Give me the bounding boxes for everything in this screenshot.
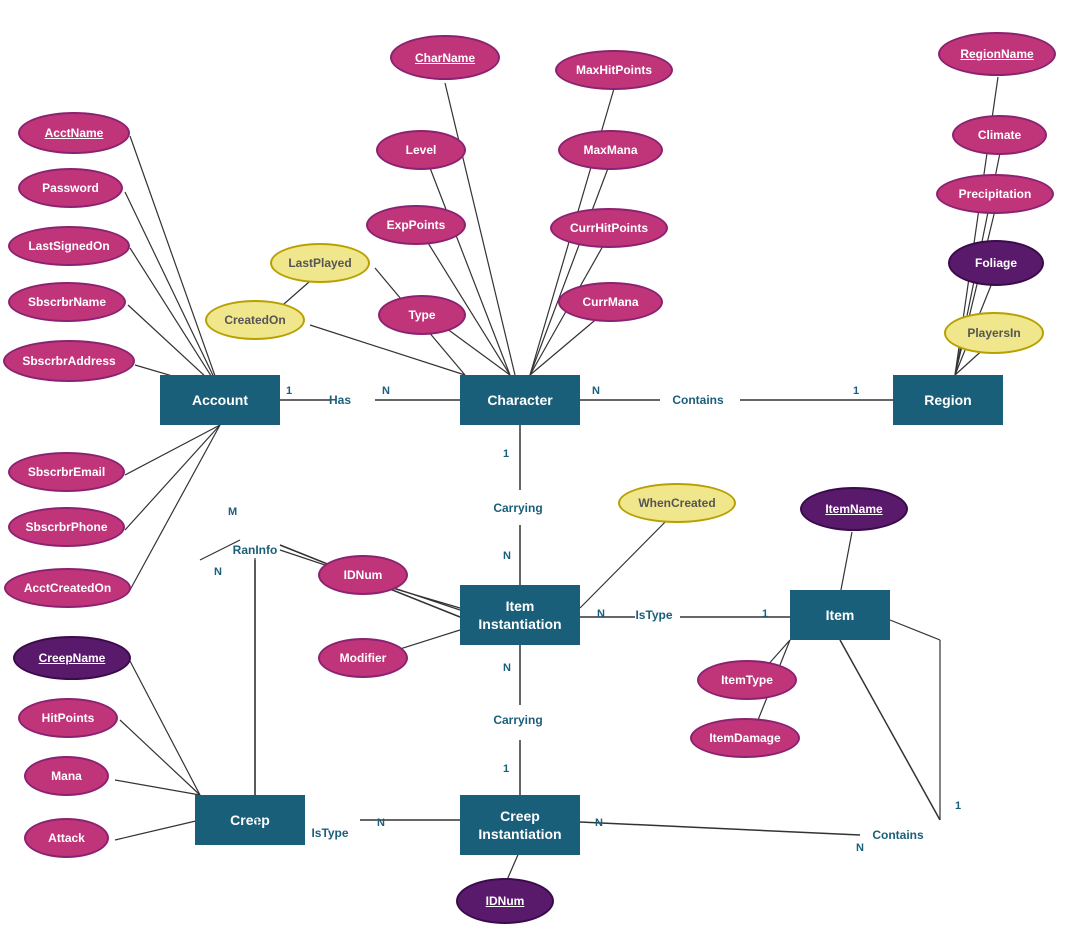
region-entity: Region (893, 375, 1003, 425)
currhitpoints-oval: CurrHitPoints (550, 208, 668, 248)
character-entity: Character (460, 375, 580, 425)
regionname-oval: RegionName (938, 32, 1056, 76)
exppoints-oval: ExpPoints (366, 205, 466, 245)
modifier-oval: Modifier (318, 638, 408, 678)
istype-item-diamond: IsType (614, 590, 694, 640)
charname-oval: CharName (390, 35, 500, 80)
item-instantiation-entity: ItemInstantiation (460, 585, 580, 645)
hitpoints-oval: HitPoints (18, 698, 118, 738)
level-oval: Level (376, 130, 466, 170)
mana-oval: Mana (24, 756, 109, 796)
label-carrying1-n: N (503, 550, 511, 562)
label-has-1: 1 (286, 385, 292, 397)
creepname-oval: CreepName (13, 636, 131, 680)
has-diamond: Has (300, 375, 380, 425)
idnum-creep-oval: IDNum (456, 878, 554, 924)
label-carrying2-1: 1 (503, 763, 509, 775)
precipitation-oval: Precipitation (936, 174, 1054, 214)
foliage-oval: Foliage (948, 240, 1044, 286)
label-contains-creep-n: N (595, 817, 603, 829)
label-istype-creep-n: N (377, 817, 385, 829)
maxhitpoints-oval: MaxHitPoints (555, 50, 673, 90)
acctname-oval: AcctName (18, 112, 130, 154)
maxmana-oval: MaxMana (558, 130, 663, 170)
sbscrbr-phone-oval: SbscrbrPhone (8, 507, 125, 547)
label-carrying2-n: N (503, 662, 511, 674)
sbscrbrname-oval: SbscrbrName (8, 282, 126, 322)
account-entity: Account (160, 375, 280, 425)
carrying2-diamond: Carrying (478, 695, 558, 745)
istype-creep-diamond: IsType (290, 808, 370, 858)
label-istype-1: 1 (762, 608, 768, 620)
sbscrbraddress-oval: SbscrbrAddress (3, 340, 135, 382)
itemtype-oval: ItemType (697, 660, 797, 700)
climate-oval: Climate (952, 115, 1047, 155)
idnum-item-oval: IDNum (318, 555, 408, 595)
raninfo-diamond: RanInfo (215, 525, 295, 575)
label-contains-creep-1: 1 (955, 800, 961, 812)
itemdamage-oval: ItemDamage (690, 718, 800, 758)
sbscrbr-email-oval: SbscrbrEmail (8, 452, 125, 492)
lastsignedon-oval: LastSignedOn (8, 226, 130, 266)
label-contains-creep-n2: N (856, 842, 864, 854)
attack-oval: Attack (24, 818, 109, 858)
password-oval: Password (18, 168, 123, 208)
playersin-oval: PlayersIn (944, 312, 1044, 354)
creep-entity: Creep (195, 795, 305, 845)
label-istype-creep-1: 1 (254, 817, 260, 829)
creep-instantiation-entity: CreepInstantiation (460, 795, 580, 855)
label-contains-n: N (592, 385, 600, 397)
label-istype-n: N (597, 608, 605, 620)
itemname-oval: ItemName (800, 487, 908, 531)
createdon-oval: CreatedOn (205, 300, 305, 340)
label-carrying1-1: 1 (503, 448, 509, 460)
label-contains-1: 1 (853, 385, 859, 397)
label-raninfo-n: N (214, 566, 222, 578)
currmana-oval: CurrMana (558, 282, 663, 322)
item-entity: Item (790, 590, 890, 640)
type-oval: Type (378, 295, 466, 335)
contains-region-diamond: Contains (658, 375, 738, 425)
contains-creep-diamond: Contains (858, 810, 938, 860)
label-raninfo-m: M (228, 506, 237, 518)
carrying1-diamond: Carrying (478, 483, 558, 533)
acctcreatedon-oval: AcctCreatedOn (4, 568, 131, 608)
whencreated-oval: WhenCreated (618, 483, 736, 523)
er-diagram: Account Character Region ItemInstantiati… (0, 0, 1071, 952)
label-has-n: N (382, 385, 390, 397)
lastplayed-oval: LastPlayed (270, 243, 370, 283)
